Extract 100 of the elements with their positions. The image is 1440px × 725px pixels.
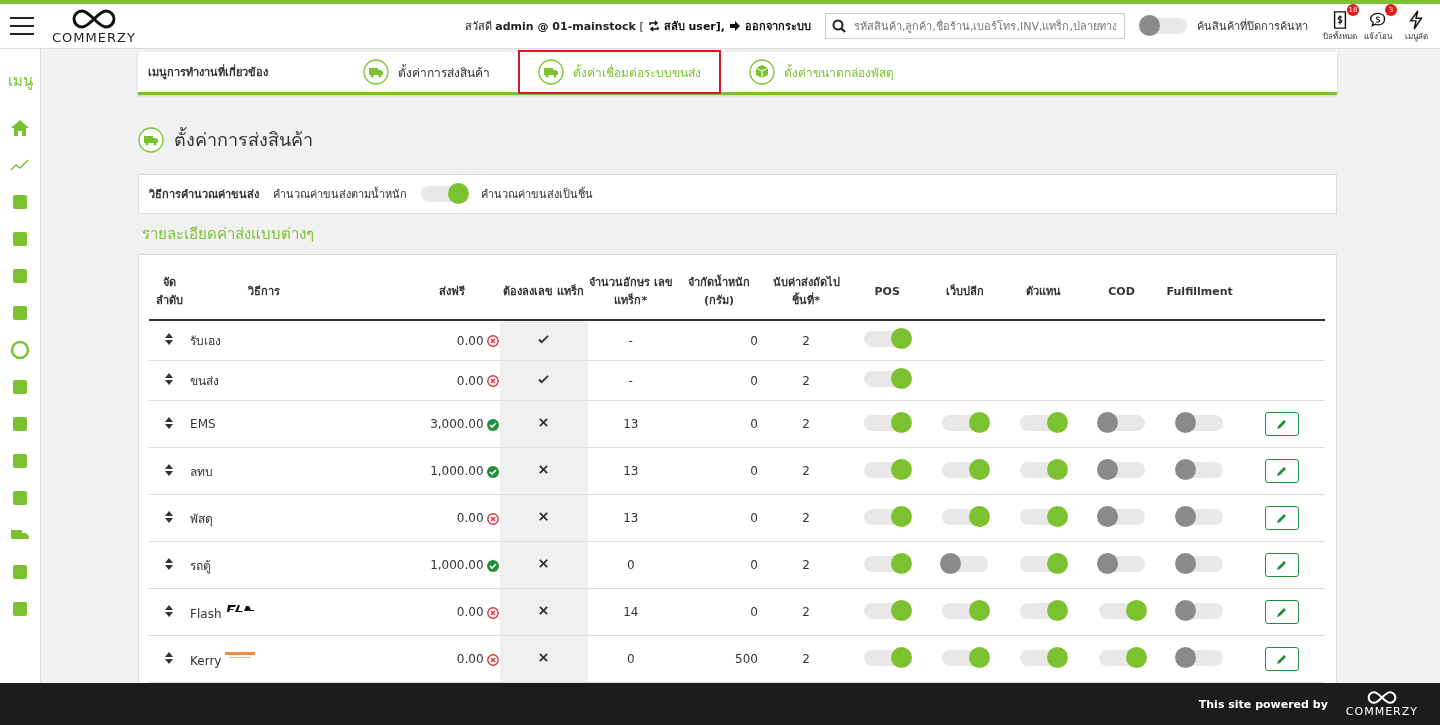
calc-method-toggle[interactable] xyxy=(421,186,467,202)
sort-handle-icon[interactable] xyxy=(165,463,174,476)
channel-toggle[interactable] xyxy=(1098,508,1145,525)
footer-logo-text: COMMERZY xyxy=(1345,705,1418,718)
edit-button[interactable] xyxy=(1264,553,1299,577)
shortcut-label[interactable]: เมนูลัด xyxy=(1404,29,1428,43)
shortcut-label[interactable]: บิลทั้งหมด xyxy=(1323,29,1357,43)
channel-toggle[interactable] xyxy=(1176,414,1223,431)
channel-toggle[interactable] xyxy=(864,649,911,666)
table-cell: 2 xyxy=(802,652,810,666)
swap-icon xyxy=(647,20,660,32)
bill-icon[interactable] xyxy=(1331,9,1349,30)
method-name: รับเอง xyxy=(190,334,222,348)
channel-toggle[interactable] xyxy=(1020,414,1067,431)
channel-toggle[interactable] xyxy=(1020,508,1067,525)
table-cell: 0 xyxy=(750,333,758,348)
channel-toggle[interactable] xyxy=(942,602,989,619)
free-shipping-amount: 1,000.00 xyxy=(430,558,484,572)
weight-option-label: คำนวณค่าขนส่งตามน้ำหนัก xyxy=(273,186,407,203)
channel-toggle[interactable] xyxy=(942,555,989,572)
switch-user-link[interactable]: สลับ user], xyxy=(663,17,725,35)
pencil-icon xyxy=(1275,465,1288,477)
search-icon xyxy=(832,19,846,33)
table-cell: 0 xyxy=(750,417,758,431)
method-name: รถตู้ xyxy=(190,558,212,573)
pencil-icon xyxy=(1275,418,1288,430)
channel-toggle[interactable] xyxy=(1098,414,1145,431)
greeting-text: สวัสดี admin @ 01-mainstock [ xyxy=(464,19,644,35)
edit-button[interactable] xyxy=(1264,647,1299,671)
channel-toggle[interactable] xyxy=(1176,555,1223,572)
channel-toggle[interactable] xyxy=(942,508,989,525)
sidebar-title: เมนู xyxy=(7,71,33,92)
search-field[interactable]: รหัสสินค้า,ลูกค้า,ชื่อร้าน,เบอร์โทร,INV,แทร็ก,ปลายทาง xyxy=(825,13,1125,39)
channel-toggle[interactable] xyxy=(1020,649,1067,666)
table-cell: 0 xyxy=(750,511,758,525)
truck-icon xyxy=(138,126,164,153)
coin-icon[interactable] xyxy=(10,340,30,360)
related-menu-title: เมนูการทำงานที่เกี่ยวข้อง xyxy=(148,63,269,81)
channel-toggle[interactable] xyxy=(1098,461,1145,478)
home-icon[interactable] xyxy=(10,118,30,138)
column-header: จัด ลำดับ xyxy=(155,276,183,307)
channel-toggle[interactable] xyxy=(1098,649,1145,666)
method-name: Kerry xyxy=(190,654,222,668)
table-cell: 0 xyxy=(750,558,758,572)
channel-toggle[interactable] xyxy=(864,555,911,572)
channel-toggle[interactable] xyxy=(1098,602,1145,619)
table-cell: - xyxy=(628,333,633,348)
column-header: ต้องลงเลข แทร็ก xyxy=(503,285,585,298)
pencil-icon xyxy=(1275,653,1288,665)
column-header: จำนวนอักษร เลขแทร็ก* xyxy=(588,276,673,307)
table-cell: 13 xyxy=(623,417,639,431)
page-title: ตั้งค่าการส่งสินค้า xyxy=(174,126,313,152)
logout-icon xyxy=(729,20,741,32)
sort-handle-icon[interactable] xyxy=(165,416,174,429)
table-cell: - xyxy=(628,373,633,388)
sort-handle-icon[interactable] xyxy=(165,651,174,664)
channel-toggle[interactable] xyxy=(942,649,989,666)
sort-handle-icon[interactable] xyxy=(165,604,174,617)
channel-toggle[interactable] xyxy=(1020,461,1067,478)
edit-button[interactable] xyxy=(1264,600,1299,624)
edit-button[interactable] xyxy=(1264,412,1299,436)
column-header: POS xyxy=(874,284,900,298)
method-name: ขนส่ง xyxy=(190,374,220,388)
table-cell: 2 xyxy=(802,464,810,478)
related-menu-item[interactable]: ตั้งค่าการส่งสินค้า xyxy=(343,52,510,92)
channel-toggle[interactable] xyxy=(864,602,911,619)
channel-toggle[interactable] xyxy=(1020,555,1067,572)
column-header: Fulfillment xyxy=(1166,284,1233,298)
method-name: ลทบ xyxy=(190,464,214,479)
logout-link[interactable]: ออกจากระบบ xyxy=(745,17,811,35)
edit-button[interactable] xyxy=(1264,506,1299,530)
section-title: รายละเอียดค่าส่งแบบต่างๆ xyxy=(142,224,315,245)
channel-toggle[interactable] xyxy=(864,414,911,431)
channel-toggle[interactable] xyxy=(1098,555,1145,572)
channel-toggle[interactable] xyxy=(864,371,911,387)
edit-button[interactable] xyxy=(1264,459,1299,483)
pencil-icon xyxy=(1275,559,1288,571)
shortcut-label[interactable]: แจ้งโอน xyxy=(1364,29,1392,43)
sort-handle-icon[interactable] xyxy=(165,333,174,345)
menu-icon[interactable] xyxy=(10,16,34,36)
channel-toggle[interactable] xyxy=(864,508,911,525)
channel-toggle[interactable] xyxy=(942,461,989,478)
hidden-search-toggle[interactable] xyxy=(1141,18,1187,34)
table-cell: 0 xyxy=(750,373,758,388)
method-name: EMS xyxy=(190,417,216,431)
channel-toggle[interactable] xyxy=(864,461,911,478)
sort-handle-icon[interactable] xyxy=(165,510,174,523)
channel-toggle[interactable] xyxy=(1176,461,1223,478)
channel-toggle[interactable] xyxy=(1020,602,1067,619)
channel-toggle[interactable] xyxy=(1176,649,1223,666)
channel-toggle[interactable] xyxy=(1176,602,1223,619)
table-cell: 0 xyxy=(750,464,758,478)
free-shipping-amount: 0.00 xyxy=(456,373,484,388)
channel-toggle[interactable] xyxy=(864,331,911,347)
lightning-icon[interactable] xyxy=(1407,9,1425,30)
channel-toggle[interactable] xyxy=(942,414,989,431)
sort-handle-icon[interactable] xyxy=(165,557,174,570)
channel-toggle[interactable] xyxy=(1176,508,1223,525)
free-shipping-amount: 0.00 xyxy=(456,605,484,619)
sort-handle-icon[interactable] xyxy=(165,373,174,385)
